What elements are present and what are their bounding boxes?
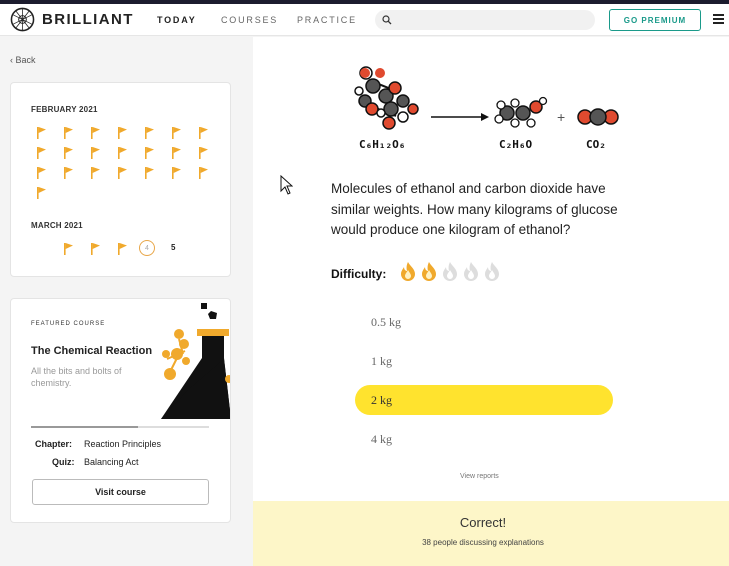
calendar-day-next: 5 <box>171 243 176 252</box>
course-progress-bar <box>31 426 209 428</box>
answer-option-4[interactable]: 4 kg <box>355 424 613 454</box>
featured-course-card: FEATURED COURSE The Chemical Reaction Al… <box>10 298 231 523</box>
difficulty-rating <box>398 261 502 281</box>
glucose-molecule-icon <box>354 66 419 130</box>
co2-formula: CO₂ <box>586 138 606 151</box>
answer-option-2[interactable]: 1 kg <box>355 346 613 376</box>
feedback-banner: Correct! 38 people discussing explanatio… <box>253 501 729 566</box>
course-description: All the bits and bolts of chemistry. <box>31 366 122 388</box>
ethanol-molecule-icon <box>494 96 548 128</box>
calendar-flag-february[interactable] <box>172 166 182 179</box>
calendar-flag-february[interactable] <box>118 146 128 159</box>
calendar-flag-february[interactable] <box>172 146 182 159</box>
nav-today[interactable]: TODAY <box>157 15 197 25</box>
calendar-flag-february[interactable] <box>91 166 101 179</box>
answer-option-1[interactable]: 0.5 kg <box>355 307 613 337</box>
streak-calendar-card: FEBRUARY 2021 MARCH 2021 4 5 <box>10 82 231 277</box>
featured-label: FEATURED COURSE <box>31 321 106 327</box>
calendar-flag-february[interactable] <box>64 166 74 179</box>
hamburger-menu-icon[interactable] <box>713 14 724 26</box>
difficulty-flame-active-icon <box>401 262 415 281</box>
back-link[interactable]: ‹ Back <box>10 55 36 65</box>
calendar-day-today[interactable]: 4 <box>139 240 155 256</box>
calendar-flag-february[interactable] <box>199 146 209 159</box>
calendar-flag-february[interactable] <box>145 146 155 159</box>
calendar-flag-february[interactable] <box>37 146 47 159</box>
difficulty-flame-inactive-icon <box>443 262 457 281</box>
calendar-flag-march[interactable] <box>118 242 128 255</box>
answer-option-3[interactable]: 2 kg <box>355 385 613 415</box>
search-input[interactable] <box>375 10 595 30</box>
calendar-flag-february[interactable] <box>64 146 74 159</box>
search-icon <box>382 15 392 25</box>
mouse-cursor-icon <box>280 175 293 195</box>
reaction-diagram: + <box>354 66 619 130</box>
plus-sign: + <box>557 109 565 125</box>
difficulty-flame-inactive-icon <box>464 262 478 281</box>
top-header: BRILLIANT TODAY COURSES PRACTICE GO PREM… <box>0 4 729 36</box>
glucose-formula: C₆H₁₂O₆ <box>359 138 406 151</box>
calendar-flag-february[interactable] <box>37 126 47 139</box>
nav-courses[interactable]: COURSES <box>221 15 278 25</box>
difficulty-label: Difficulty: <box>331 267 387 281</box>
co2-molecule-icon <box>577 108 619 126</box>
discussion-link[interactable]: 38 people discussing explanations <box>253 538 713 547</box>
calendar-flag-march[interactable] <box>64 242 74 255</box>
problem-panel: + C₆H₁₂O₆ C₂H₆O CO₂ Molecules of ethanol… <box>253 37 729 566</box>
calendar-flag-february[interactable] <box>91 126 101 139</box>
calendar-flag-february[interactable] <box>145 166 155 179</box>
chemistry-flask-illustration <box>161 303 230 419</box>
calendar-flag-march[interactable] <box>91 242 101 255</box>
feedback-title: Correct! <box>459 515 507 530</box>
calendar-flag-february[interactable] <box>37 166 47 179</box>
back-label: Back <box>15 55 36 65</box>
month-label-march: MARCH 2021 <box>31 221 83 230</box>
calendar-flag-february[interactable] <box>172 126 182 139</box>
chapter-value: Reaction Principles <box>84 439 162 449</box>
course-title[interactable]: The Chemical Reaction <box>31 345 152 357</box>
view-reports-link[interactable]: View reports <box>460 473 499 480</box>
question-text: Molecules of ethanol and carbon dioxide … <box>331 181 618 237</box>
visit-course-button[interactable]: Visit course <box>32 479 209 505</box>
month-label-february: FEBRUARY 2021 <box>31 105 98 114</box>
calendar-flag-february[interactable] <box>64 126 74 139</box>
calendar-flag-february[interactable] <box>199 166 209 179</box>
calendar-flag-february[interactable] <box>91 146 101 159</box>
course-progress-fill <box>31 426 138 428</box>
difficulty-flame-active-icon <box>422 262 436 281</box>
ethanol-formula: C₂H₆O <box>499 138 533 151</box>
calendar-flag-february[interactable] <box>199 126 209 139</box>
nav-practice[interactable]: PRACTICE <box>297 15 357 25</box>
brilliant-logo-icon <box>10 7 35 32</box>
calendar-flag-february[interactable] <box>145 126 155 139</box>
calendar-flag-february[interactable] <box>118 166 128 179</box>
calendar-flag-february[interactable] <box>37 186 47 199</box>
quiz-value: Balancing Act <box>84 457 139 467</box>
quiz-label: Quiz: <box>52 457 75 467</box>
left-sidebar: ‹ Back FEBRUARY 2021 MARCH 2021 4 5 FEAT… <box>0 37 253 566</box>
calendar-flag-february[interactable] <box>118 126 128 139</box>
chapter-label: Chapter: <box>35 439 73 449</box>
difficulty-flame-inactive-icon <box>485 262 499 281</box>
go-premium-button[interactable]: GO PREMIUM <box>609 9 701 31</box>
brand-logo[interactable]: BRILLIANT <box>10 7 134 32</box>
brand-name: BRILLIANT <box>42 11 134 28</box>
